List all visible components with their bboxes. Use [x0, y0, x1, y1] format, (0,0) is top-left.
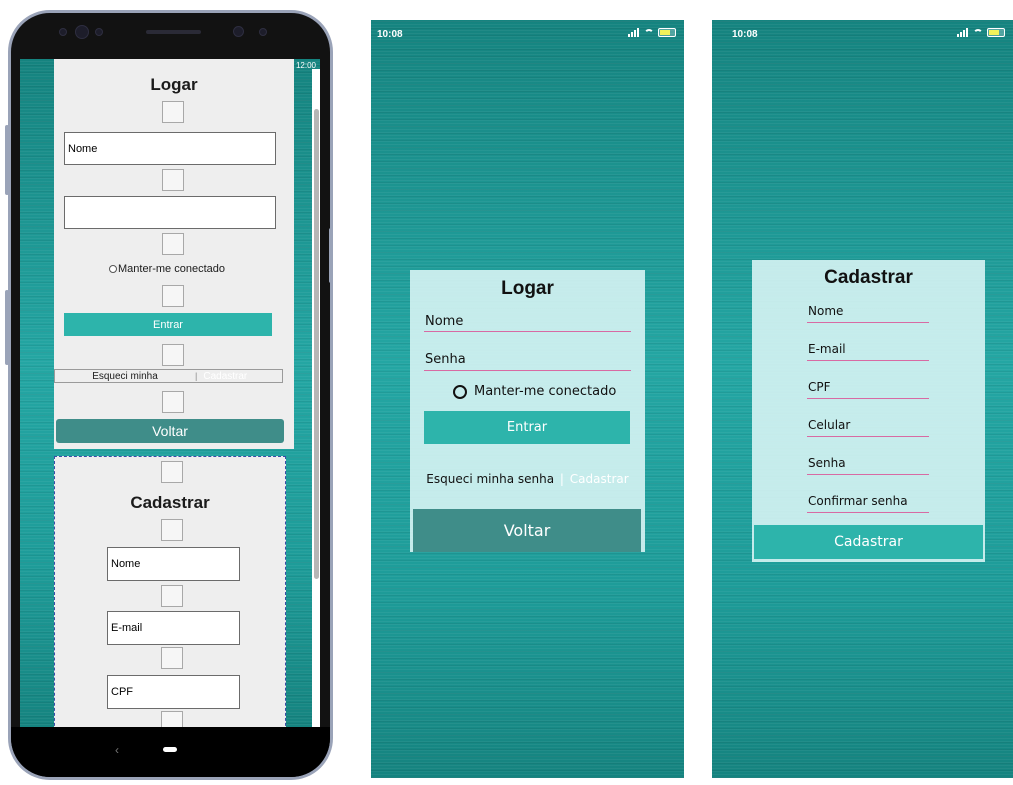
forgot-register-row: Esqueci minha senha | Cadastrar: [410, 472, 645, 486]
earpiece-speaker: [146, 30, 201, 34]
spacer-placeholder: [161, 585, 183, 607]
register-password-underline: [807, 474, 929, 475]
phone-top-bezel: [11, 13, 330, 61]
login-design-panel: Logar Nome Manter-me conectado Entrar Es…: [54, 59, 294, 449]
register-email-label[interactable]: E-mail: [808, 342, 846, 356]
register-link[interactable]: Cadastrar: [197, 371, 247, 382]
radio-icon: [109, 265, 117, 273]
status-time: 10:08: [377, 29, 403, 40]
register-cpf-underline: [807, 398, 929, 399]
scrollbar-thumb[interactable]: [314, 109, 319, 579]
separator: |: [559, 472, 564, 486]
wifi-icon: [973, 28, 983, 37]
login-title: Logar: [501, 278, 554, 299]
sensor-dot: [59, 28, 67, 36]
name-input[interactable]: Nome: [64, 132, 276, 165]
spacer-placeholder: [162, 391, 184, 413]
register-phone-underline: [807, 436, 929, 437]
register-name-label[interactable]: Nome: [808, 304, 843, 318]
phone-side-button: [5, 125, 9, 195]
spacer-placeholder: [162, 344, 184, 366]
sensor-dot: [95, 28, 103, 36]
register-email-underline: [807, 360, 929, 361]
spacer-placeholder: [162, 169, 184, 191]
login-title: Logar: [150, 75, 198, 94]
register-title: Cadastrar: [130, 493, 210, 512]
status-time: 10:08: [732, 29, 758, 40]
phone-screen: ▼ ▮ 12:00 Logar Nome Manter-me conectado…: [20, 59, 320, 731]
spacer-placeholder: [161, 461, 183, 483]
back-button[interactable]: Voltar: [413, 509, 641, 552]
phone-navigation-bar: ‹: [11, 727, 330, 777]
spacer-placeholder: [161, 519, 183, 541]
spacer-placeholder: [162, 285, 184, 307]
phone-side-button: [329, 228, 333, 283]
register-confirm-password-underline: [807, 512, 929, 513]
register-email-input[interactable]: E-mail: [107, 611, 240, 645]
register-password-label[interactable]: Senha: [808, 456, 846, 470]
name-field-underline: [424, 331, 631, 332]
sensor-dot: [259, 28, 267, 36]
wifi-icon: [644, 28, 654, 37]
phone-side-button: [5, 290, 9, 365]
register-cpf-label[interactable]: CPF: [808, 380, 831, 394]
register-design-panel: Cadastrar Nome E-mail CPF: [54, 456, 286, 731]
register-cpf-input[interactable]: CPF: [107, 675, 240, 709]
register-name-input[interactable]: Nome: [107, 547, 240, 581]
register-confirm-password-label[interactable]: Confirmar senha: [808, 494, 908, 508]
register-name-underline: [807, 322, 929, 323]
register-link[interactable]: Cadastrar: [570, 472, 629, 486]
keep-connected-label: Manter-me conectado: [474, 384, 617, 399]
nav-back-icon[interactable]: ‹: [115, 743, 119, 757]
front-camera: [75, 25, 89, 39]
enter-button[interactable]: Entrar: [64, 313, 272, 336]
phone-mockup: ▼ ▮ 12:00 Logar Nome Manter-me conectado…: [8, 10, 333, 780]
spacer-placeholder: [162, 233, 184, 255]
register-screen: 10:08 Cadastrar Nome E-mail CPF Celular …: [712, 20, 1013, 778]
password-field-underline: [424, 370, 631, 371]
spacer-placeholder: [161, 647, 183, 669]
enter-button[interactable]: Entrar: [424, 411, 630, 444]
nav-home-icon[interactable]: [163, 747, 177, 752]
spacer-placeholder: [162, 101, 184, 123]
login-card: Logar Nome Senha Manter-me conectado Ent…: [410, 270, 645, 552]
keep-connected-label: Manter-me conectado: [118, 263, 225, 275]
status-icons: [957, 28, 1005, 37]
battery-icon: [987, 28, 1005, 37]
back-button[interactable]: Voltar: [56, 419, 284, 443]
password-input[interactable]: [64, 196, 276, 229]
name-field-label[interactable]: Nome: [425, 314, 463, 329]
register-submit-button[interactable]: Cadastrar: [754, 525, 983, 559]
keep-connected-option[interactable]: Manter-me conectado: [109, 263, 225, 275]
keep-connected-option[interactable]: Manter-me conectado: [453, 384, 616, 399]
login-screen: 10:08 Logar Nome Senha Manter-me conecta…: [371, 20, 684, 778]
register-card: Cadastrar Nome E-mail CPF Celular Senha …: [752, 260, 985, 562]
proximity-sensor: [233, 26, 244, 37]
signal-icon: [957, 28, 969, 37]
radio-icon: [453, 384, 467, 399]
forgot-register-row: Esqueci minha | Cadastrar: [54, 369, 283, 383]
battery-icon: [658, 28, 676, 37]
register-phone-label[interactable]: Celular: [808, 418, 850, 432]
forgot-password-link[interactable]: Esqueci minha senha: [426, 472, 554, 486]
scrollbar-track[interactable]: [312, 69, 320, 731]
signal-icon: [628, 28, 640, 37]
register-title: Cadastrar: [824, 267, 913, 288]
forgot-password-link[interactable]: Esqueci minha: [55, 371, 195, 382]
password-field-label[interactable]: Senha: [425, 352, 466, 367]
status-icons: [628, 28, 676, 37]
